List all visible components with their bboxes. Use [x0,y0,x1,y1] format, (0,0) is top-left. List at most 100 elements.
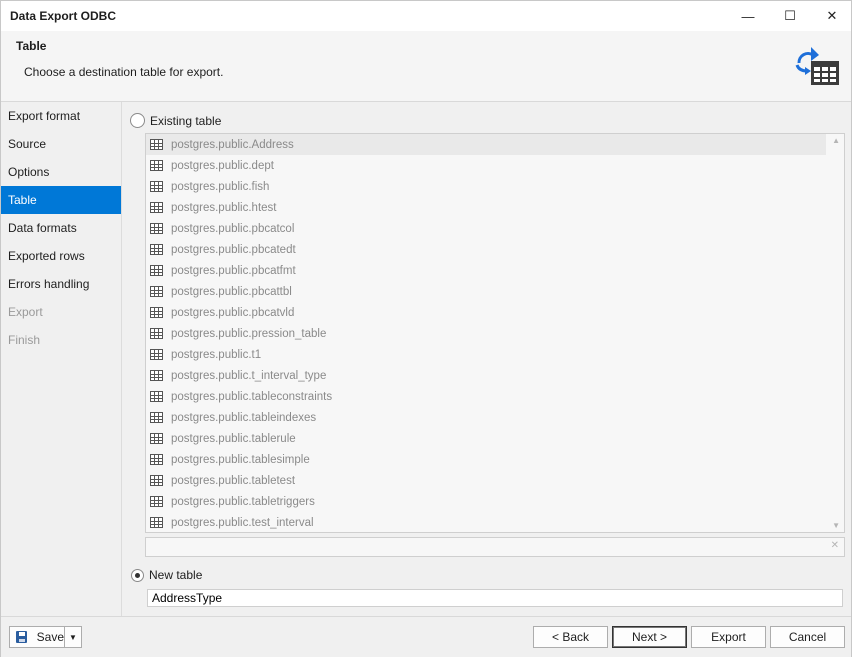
table-icon [150,328,163,339]
minimize-button[interactable]: — [728,1,768,31]
table-icon [150,223,163,234]
next-button[interactable]: Next > [612,626,687,648]
table-icon [150,475,163,486]
list-item-label: postgres.public.tableconstraints [171,390,333,403]
list-item[interactable]: postgres.public.pbcatfmt [146,260,844,281]
save-options-dropdown[interactable]: ▼ [64,626,82,648]
list-item-label: postgres.public.pression_table [171,327,327,340]
sidebar-item-export: Export [8,305,43,319]
dialog-window: Data Export ODBC — ☐ ✕ Table Choose a de… [0,0,852,657]
page-subtitle: Choose a destination table for export. [24,65,224,79]
page-header: Table Choose a destination table for exp… [1,31,851,102]
table-icon [150,160,163,171]
table-icon [150,181,163,192]
table-icon [150,496,163,507]
existing-table-radio[interactable] [130,113,145,128]
sidebar-item-source[interactable]: Source [1,130,121,158]
list-item[interactable]: postgres.public.fish [146,176,844,197]
export-table-icon [795,47,839,85]
wizard-sidebar: Export format Source Options Table Data … [1,102,122,616]
sidebar-item-table[interactable]: Table [1,186,121,214]
cancel-button[interactable]: Cancel [770,626,845,648]
list-item[interactable]: postgres.public.Address [146,134,826,155]
list-item-label: postgres.public.tablesimple [171,453,310,466]
existing-table-option[interactable]: Existing table [130,113,221,128]
new-table-radio[interactable] [131,568,144,582]
list-item[interactable]: postgres.public.pression_table [146,323,844,344]
list-item[interactable]: postgres.public.t_interval_type [146,365,844,386]
close-button[interactable]: ✕ [812,1,852,31]
table-icon [150,370,163,381]
save-button[interactable]: Save [9,626,65,648]
chevron-down-icon: ▼ [69,632,77,642]
list-item-label: postgres.public.pbcatcol [171,222,295,235]
list-item-label: postgres.public.tabletest [171,474,296,487]
list-item-label: postgres.public.fish [171,180,270,193]
export-button[interactable]: Export [691,626,766,648]
sidebar-item-data-formats[interactable]: Data formats [1,214,121,242]
window-title: Data Export ODBC [10,9,117,23]
table-icon [150,244,163,255]
table-icon [150,349,163,360]
list-item-label: postgres.public.dept [171,159,274,172]
table-icon [150,286,163,297]
list-item[interactable]: postgres.public.pbcattbl [146,281,844,302]
clear-filter-icon[interactable]: ✕ [831,540,839,551]
sidebar-item-exported-rows[interactable]: Exported rows [1,242,121,270]
table-icon [150,307,163,318]
new-table-name-input[interactable] [147,589,843,607]
list-item[interactable]: postgres.public.pbcatcol [146,218,844,239]
list-item[interactable]: postgres.public.tabletest [146,470,844,491]
page-title: Table [16,39,47,53]
back-button[interactable]: < Back [533,626,608,648]
list-item[interactable]: postgres.public.tablesimple [146,449,844,470]
list-item[interactable]: postgres.public.pbcatvld [146,302,844,323]
list-item[interactable]: postgres.public.tabletriggers [146,491,844,512]
table-icon [150,433,163,444]
table-icon [150,265,163,276]
save-icon [16,631,27,643]
new-table-option[interactable]: New table [131,568,202,582]
list-item-label: postgres.public.pbcatfmt [171,264,296,277]
existing-table-label: Existing table [150,113,222,128]
table-icon [150,412,163,423]
save-button-label: Save [36,630,64,644]
list-item[interactable]: postgres.public.tableconstraints [146,386,844,407]
list-item[interactable]: postgres.public.pbcatedt [146,239,844,260]
existing-table-list[interactable]: postgres.public.Address postgres.public.d… [145,133,845,533]
table-filter-input[interactable]: ✕ [145,537,845,557]
content-panel: Existing table postgres.public.Address po… [122,102,851,616]
maximize-button[interactable]: ☐ [770,1,810,31]
table-icon [150,454,163,465]
list-item[interactable]: postgres.public.t1 [146,344,844,365]
list-item-label: postgres.public.tabletriggers [171,495,315,508]
title-bar: Data Export ODBC — ☐ ✕ [1,1,851,31]
scroll-down-arrow-icon[interactable]: ▼ [832,521,840,530]
table-icon [150,391,163,402]
list-item[interactable]: postgres.public.test_interval [146,512,844,532]
list-item[interactable]: postgres.public.htest [146,197,844,218]
table-icon [150,202,163,213]
list-item-label: postgres.public.t1 [171,348,262,361]
list-item-label: postgres.public.pbcattbl [171,285,292,298]
list-item-label: postgres.public.pbcatedt [171,243,296,256]
list-item-label: postgres.public.pbcatvld [171,306,295,319]
list-item-label: postgres.public.tableindexes [171,411,317,424]
list-item-label: postgres.public.t_interval_type [171,369,327,382]
table-icon [150,139,163,150]
table-icon [150,517,163,528]
list-item[interactable]: postgres.public.tableindexes [146,407,844,428]
list-item[interactable]: postgres.public.dept [146,155,844,176]
sidebar-item-finish: Finish [8,333,41,347]
list-item-label: postgres.public.htest [171,201,277,214]
list-item-label: postgres.public.Address [171,138,294,151]
sidebar-item-errors-handling[interactable]: Errors handling [1,270,121,298]
new-table-label: New table [149,568,203,582]
scroll-up-arrow-icon[interactable]: ▲ [832,136,840,145]
list-item-label: postgres.public.tablerule [171,432,296,445]
sidebar-item-export-format[interactable]: Export format [1,102,121,130]
list-item[interactable]: postgres.public.tablerule [146,428,844,449]
list-item-label: postgres.public.test_interval [171,516,314,529]
wizard-footer: Save ▼ < Back Next > Export Cancel [1,616,851,657]
sidebar-item-options[interactable]: Options [1,158,121,186]
